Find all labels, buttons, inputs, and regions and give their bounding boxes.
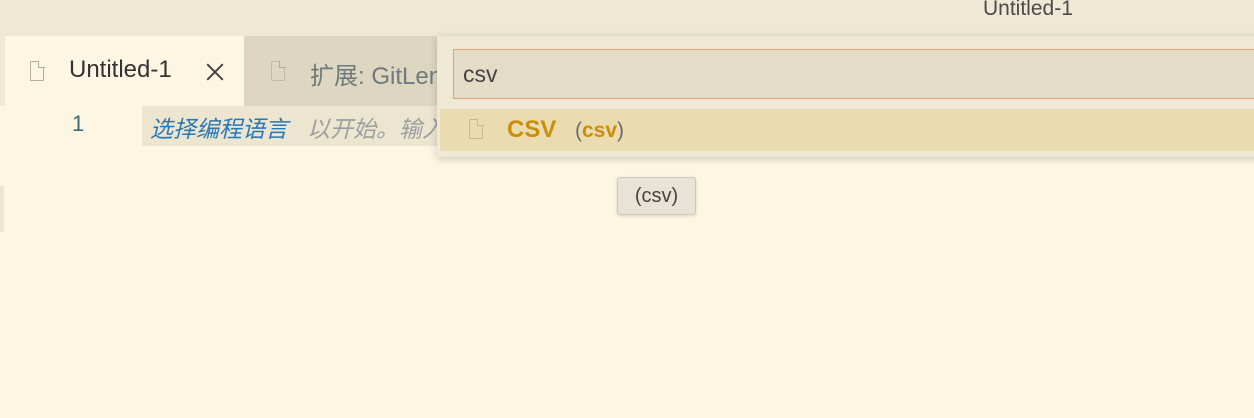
window-title: Untitled-1 xyxy=(983,0,1073,20)
language-name: CSV xyxy=(507,116,557,143)
close-icon[interactable] xyxy=(203,60,227,84)
tab-extension-gitlens[interactable]: 扩展: GitLens xyxy=(244,36,464,106)
tab-label: Untitled-1 xyxy=(69,56,172,83)
file-icon xyxy=(271,60,286,81)
title-bar: Untitled-1 xyxy=(0,0,1254,36)
language-search-input[interactable] xyxy=(453,49,1254,99)
gutter-marker xyxy=(0,186,4,232)
file-icon xyxy=(469,118,484,139)
language-quick-pick: CSV (csv) xyxy=(437,36,1254,157)
select-language-link[interactable]: 选择编程语言 xyxy=(150,110,288,144)
line-number: 1 xyxy=(72,111,85,136)
empty-editor-hint: 选择编程语言 以开始。输入以 xyxy=(142,106,462,146)
language-id: (csv) xyxy=(575,119,625,142)
tab-untitled-1[interactable]: Untitled-1 xyxy=(5,36,244,106)
tab-label: 扩展: GitLens xyxy=(310,63,455,90)
quick-pick-item-csv[interactable]: CSV (csv) xyxy=(440,109,1254,151)
file-icon xyxy=(30,60,45,81)
tooltip: (csv) xyxy=(617,177,696,215)
